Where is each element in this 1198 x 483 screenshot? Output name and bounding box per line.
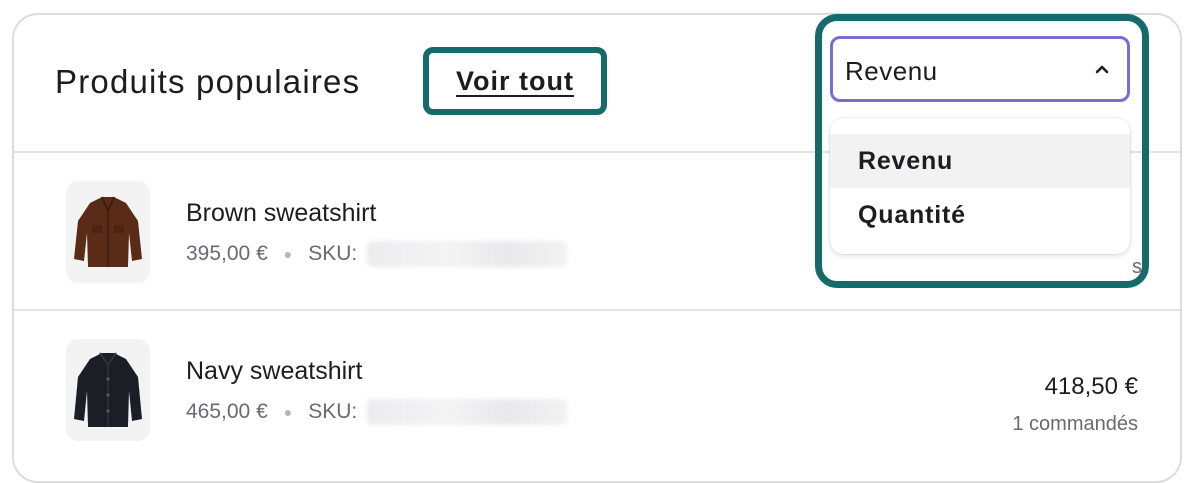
view-all-focus-ring: Voir tout [423,47,607,115]
separator-dot: ● [283,246,293,262]
product-name[interactable]: Brown sweatshirt [186,199,376,228]
separator-dot: ● [283,404,293,420]
sort-select[interactable]: Revenu [830,36,1130,102]
order-count-partial: s [1132,256,1142,278]
card-title: Produits populaires [55,63,361,100]
sort-select-value: Revenu [845,56,938,86]
product-meta: 465,00 € ● SKU: [186,399,568,425]
view-all-link[interactable]: Voir tout [456,66,574,97]
product-price: 395,00 € [186,242,268,265]
sku-value-redacted [367,241,568,267]
brown-jacket-icon [74,196,142,267]
chevron-up-icon [1095,65,1109,74]
product-thumbnail [66,181,150,283]
product-row[interactable]: Navy sweatshirt 465,00 € ● SKU: 418,50 €… [14,311,1180,469]
product-name[interactable]: Navy sweatshirt [186,357,362,386]
sort-option-quantite[interactable]: Quantité [830,188,1130,242]
sku-label: SKU: [308,242,358,265]
product-thumbnail [66,339,150,441]
sort-dropdown-menu: Revenu Quantité [830,118,1130,254]
sku-value-redacted [367,399,568,425]
sku-label: SKU: [308,400,358,423]
product-order-count: 1 commandés [1012,413,1138,435]
sort-option-revenu[interactable]: Revenu [830,134,1130,188]
product-price: 465,00 € [186,400,268,423]
navy-jacket-icon [74,352,142,427]
product-revenue: 418,50 € [1044,373,1138,400]
product-meta: 395,00 € ● SKU: [186,241,568,267]
